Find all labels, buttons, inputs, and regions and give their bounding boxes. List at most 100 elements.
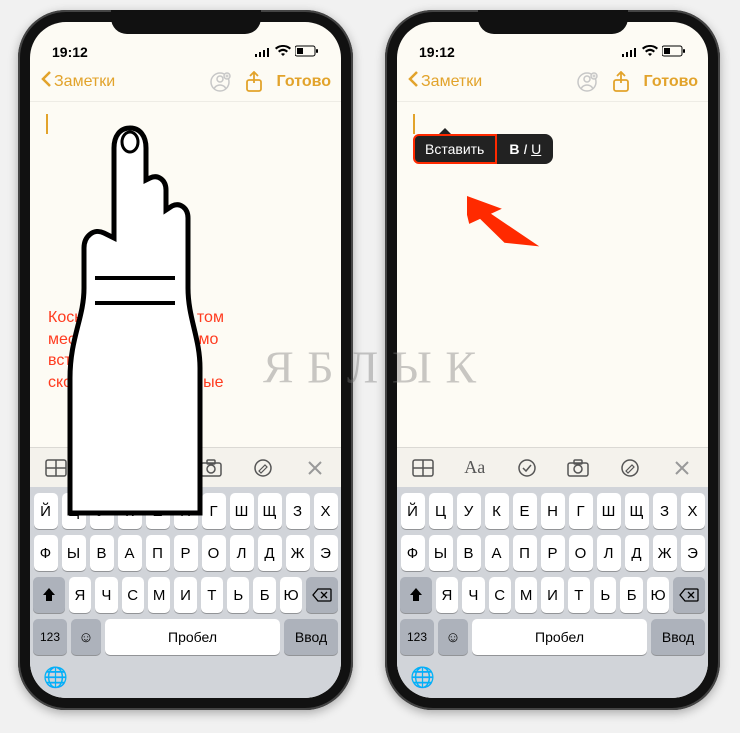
key-н[interactable]: н [174, 493, 198, 529]
camera-icon[interactable] [561, 459, 595, 477]
key-с[interactable]: с [122, 577, 144, 613]
key-м[interactable]: м [148, 577, 170, 613]
key-е[interactable]: е [146, 493, 170, 529]
key-щ[interactable]: щ [258, 493, 282, 529]
key-ж[interactable]: ж [286, 535, 310, 571]
draw-icon[interactable] [246, 458, 280, 478]
key-е[interactable]: е [513, 493, 537, 529]
space-key[interactable]: Пробел [472, 619, 647, 655]
key-д[interactable]: д [625, 535, 649, 571]
space-key[interactable]: Пробел [105, 619, 280, 655]
key-р[interactable]: р [541, 535, 565, 571]
key-ы[interactable]: ы [429, 535, 453, 571]
key-м[interactable]: м [515, 577, 537, 613]
share-icon[interactable] [239, 67, 269, 97]
key-ш[interactable]: ш [230, 493, 254, 529]
key-к[interactable]: к [118, 493, 142, 529]
key-а[interactable]: а [118, 535, 142, 571]
done-button[interactable]: Готово [277, 73, 331, 91]
key-й[interactable]: й [401, 493, 425, 529]
back-button[interactable]: Заметки [40, 70, 115, 93]
key-э[interactable]: э [681, 535, 705, 571]
key-ц[interactable]: ц [62, 493, 86, 529]
key-у[interactable]: у [457, 493, 481, 529]
key-щ[interactable]: щ [625, 493, 649, 529]
close-icon[interactable] [298, 460, 332, 476]
collaborate-icon[interactable] [205, 67, 235, 97]
key-з[interactable]: з [286, 493, 310, 529]
key-п[interactable]: п [146, 535, 170, 571]
key-л[interactable]: л [597, 535, 621, 571]
key-г[interactable]: г [202, 493, 226, 529]
key-ш[interactable]: ш [597, 493, 621, 529]
done-button[interactable]: Готово [644, 73, 698, 91]
key-ж[interactable]: ж [653, 535, 677, 571]
key-и[interactable]: и [174, 577, 196, 613]
key-б[interactable]: б [620, 577, 642, 613]
key-ч[interactable]: ч [462, 577, 484, 613]
collaborate-icon[interactable] [572, 67, 602, 97]
key-л[interactable]: л [230, 535, 254, 571]
key-ф[interactable]: ф [34, 535, 58, 571]
key-п[interactable]: п [513, 535, 537, 571]
key-о[interactable]: о [569, 535, 593, 571]
key-з[interactable]: з [653, 493, 677, 529]
shift-key[interactable] [33, 577, 65, 613]
key-й[interactable]: й [34, 493, 58, 529]
globe-icon[interactable]: 🌐 [410, 665, 435, 690]
key-д[interactable]: д [258, 535, 282, 571]
key-в[interactable]: в [457, 535, 481, 571]
key-ч[interactable]: ч [95, 577, 117, 613]
key-я[interactable]: я [69, 577, 91, 613]
enter-key[interactable]: Ввод [284, 619, 338, 655]
table-icon[interactable] [39, 459, 73, 477]
key-т[interactable]: т [568, 577, 590, 613]
context-paste-button[interactable]: Вставить [413, 134, 497, 164]
key-т[interactable]: т [201, 577, 223, 613]
context-format-button[interactable]: B I U [497, 134, 553, 164]
close-icon[interactable] [665, 460, 699, 476]
key-у[interactable]: у [90, 493, 114, 529]
key-х[interactable]: х [314, 493, 338, 529]
table-icon[interactable] [406, 459, 440, 477]
mode-key[interactable]: 123 [400, 619, 434, 655]
key-ц[interactable]: ц [429, 493, 453, 529]
checklist-icon[interactable] [510, 458, 544, 478]
key-ю[interactable]: ю [280, 577, 302, 613]
emoji-key[interactable]: ☺ [71, 619, 101, 655]
key-и[interactable]: и [541, 577, 563, 613]
emoji-key[interactable]: ☺ [438, 619, 468, 655]
note-content-area[interactable]: Коснитесь экрана в том месте, где необхо… [30, 102, 341, 447]
key-к[interactable]: к [485, 493, 509, 529]
enter-key[interactable]: Ввод [651, 619, 705, 655]
back-button[interactable]: Заметки [407, 70, 482, 93]
mode-key[interactable]: 123 [33, 619, 67, 655]
key-с[interactable]: с [489, 577, 511, 613]
key-б[interactable]: б [253, 577, 275, 613]
key-ь[interactable]: ь [227, 577, 249, 613]
shift-key[interactable] [400, 577, 432, 613]
delete-key[interactable] [673, 577, 705, 613]
delete-key[interactable] [306, 577, 338, 613]
key-г[interactable]: г [569, 493, 593, 529]
key-я[interactable]: я [436, 577, 458, 613]
key-р[interactable]: р [174, 535, 198, 571]
key-ф[interactable]: ф [401, 535, 425, 571]
key-а[interactable]: а [485, 535, 509, 571]
share-icon[interactable] [606, 67, 636, 97]
text-format-button[interactable]: Aa [458, 457, 492, 478]
key-о[interactable]: о [202, 535, 226, 571]
globe-icon[interactable]: 🌐 [43, 665, 68, 690]
key-ь[interactable]: ь [594, 577, 616, 613]
checklist-icon[interactable] [143, 458, 177, 478]
key-ы[interactable]: ы [62, 535, 86, 571]
key-н[interactable]: н [541, 493, 565, 529]
text-format-button[interactable]: Aa [91, 457, 125, 478]
key-э[interactable]: э [314, 535, 338, 571]
key-ю[interactable]: ю [647, 577, 669, 613]
key-х[interactable]: х [681, 493, 705, 529]
note-content-area[interactable]: Вставить B I U [397, 102, 708, 447]
key-в[interactable]: в [90, 535, 114, 571]
draw-icon[interactable] [613, 458, 647, 478]
camera-icon[interactable] [194, 459, 228, 477]
